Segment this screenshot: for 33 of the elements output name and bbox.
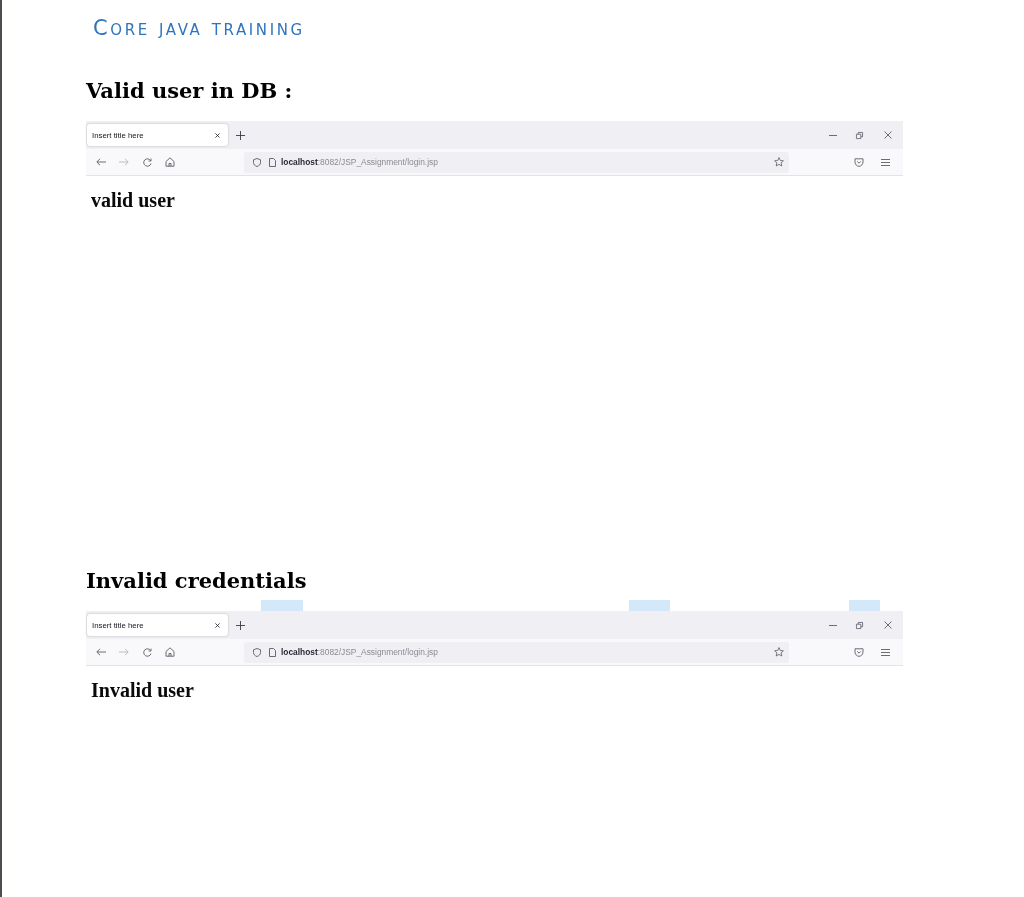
page-message: Invalid user [91,679,194,701]
page-icon[interactable] [269,157,276,167]
section-heading: Valid user in DB : [86,77,293,105]
shield-icon[interactable] [253,157,261,167]
home-icon[interactable] [165,157,175,167]
reload-icon[interactable] [143,647,152,657]
close-icon[interactable] [215,622,220,628]
plus-icon[interactable] [236,620,245,630]
document-title: Core java training [93,15,305,41]
menu-icon[interactable] [881,648,890,656]
chevron-shield-icon[interactable] [854,157,864,167]
close-icon[interactable] [884,621,892,629]
minimize-icon[interactable] [829,624,837,626]
close-icon[interactable] [215,132,220,138]
restore-icon[interactable] [856,131,863,139]
back-arrow-icon[interactable] [96,158,106,166]
section-heading: Invalid credentials [86,567,307,595]
star-icon[interactable] [774,647,784,657]
home-icon[interactable] [165,647,175,657]
address-bar[interactable]: localhost:8082/JSP_Assignment/login.jsp [244,641,789,663]
close-icon[interactable] [884,131,892,139]
shield-icon[interactable] [253,647,261,657]
menu-icon[interactable] [881,158,890,166]
page-message: valid user [91,189,175,211]
plus-icon[interactable] [236,130,245,140]
chevron-shield-icon[interactable] [854,647,864,657]
page-icon[interactable] [269,647,276,657]
reload-icon[interactable] [143,157,152,167]
restore-icon[interactable] [856,621,863,629]
star-icon[interactable] [774,157,784,167]
minimize-icon[interactable] [829,134,837,136]
address-bar[interactable]: localhost:8082/JSP_Assignment/login.jsp [244,151,789,173]
back-arrow-icon[interactable] [96,648,106,656]
